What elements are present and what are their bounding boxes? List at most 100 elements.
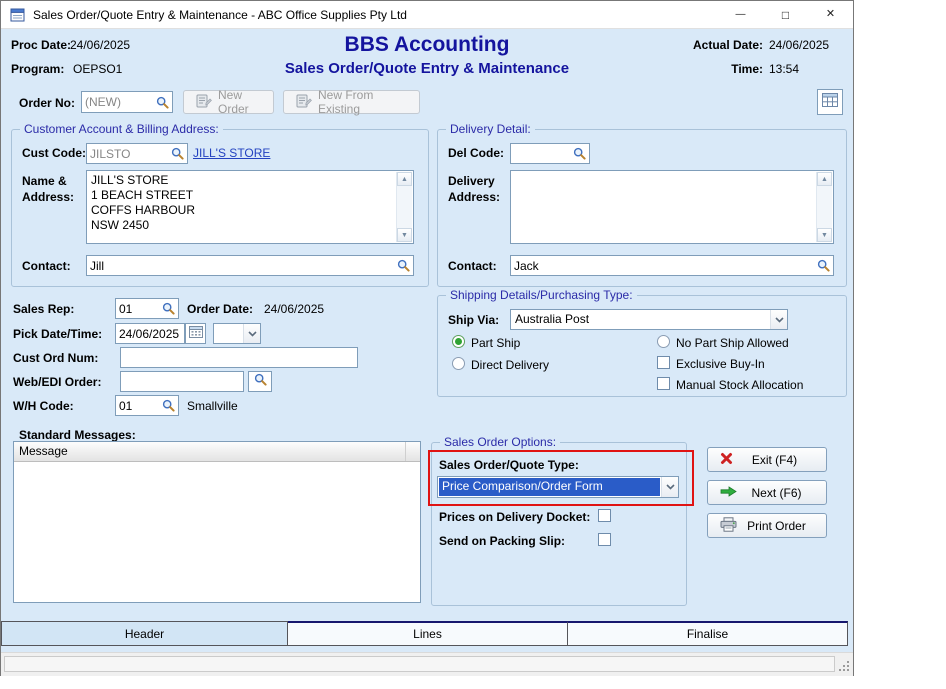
delivery-contact-input[interactable] xyxy=(511,259,814,273)
delivery-address-textarea[interactable]: ▲ ▼ xyxy=(510,170,834,244)
manual-stock-allocation-checkbox[interactable] xyxy=(657,377,670,390)
scroll-up-icon[interactable]: ▲ xyxy=(397,172,412,186)
print-order-button[interactable]: Print Order xyxy=(707,513,827,538)
wh-code-field[interactable] xyxy=(115,395,179,416)
wh-code-input[interactable] xyxy=(116,399,159,413)
billing-contact-input[interactable] xyxy=(87,259,394,273)
billing-contact-field[interactable] xyxy=(86,255,414,276)
wh-name-value: Smallville xyxy=(187,399,238,413)
header-stub xyxy=(406,442,420,461)
maximize-icon: □ xyxy=(782,9,789,21)
shipping-groupbox: Shipping Details/Purchasing Type: Ship V… xyxy=(437,295,847,397)
delivery-address-scrollbar[interactable]: ▲ ▼ xyxy=(816,172,832,242)
pick-time-combo[interactable] xyxy=(213,323,261,344)
ship-via-combo[interactable]: Australia Post xyxy=(510,309,788,330)
wh-code-search-icon[interactable] xyxy=(159,396,178,415)
delivery-address-label-2: Address: xyxy=(448,190,500,204)
order-type-value: Price Comparison/Order Form xyxy=(439,478,660,496)
pick-date-calendar-button[interactable] xyxy=(185,323,206,344)
shipping-group-title: Shipping Details/Purchasing Type: xyxy=(446,288,637,302)
chevron-down-icon[interactable] xyxy=(661,477,678,497)
direct-delivery-radio[interactable] xyxy=(452,357,465,370)
web-edi-label: Web/EDI Order: xyxy=(13,375,101,389)
message-list-body[interactable] xyxy=(14,462,420,602)
order-no-input[interactable] xyxy=(82,95,153,109)
name-address-scrollbar[interactable]: ▲ ▼ xyxy=(396,172,412,242)
part-ship-radio[interactable] xyxy=(452,335,465,348)
order-grid-button[interactable] xyxy=(817,89,843,115)
no-part-ship-radio[interactable] xyxy=(657,335,670,348)
del-code-search-icon[interactable] xyxy=(570,144,589,163)
direct-delivery-label: Direct Delivery xyxy=(471,358,549,372)
customer-name-link[interactable]: JILL'S STORE xyxy=(193,146,270,160)
manual-stock-allocation-label: Manual Stock Allocation xyxy=(676,378,803,392)
standard-messages-list[interactable]: Message xyxy=(13,441,421,603)
chevron-down-icon[interactable] xyxy=(770,310,787,329)
delivery-contact-field[interactable] xyxy=(510,255,834,276)
web-edi-input[interactable] xyxy=(121,375,243,389)
order-no-label: Order No: xyxy=(19,96,75,110)
tab-finalise[interactable]: Finalise xyxy=(568,621,848,646)
tab-header[interactable]: Header xyxy=(1,621,288,646)
exit-button[interactable]: Exit (F4) xyxy=(707,447,827,472)
calendar-icon xyxy=(189,325,203,343)
tab-lines-label: Lines xyxy=(413,627,442,641)
scroll-down-icon[interactable]: ▼ xyxy=(397,228,412,242)
actual-date-value: 24/06/2025 xyxy=(769,38,829,52)
cust-code-field[interactable] xyxy=(86,143,188,164)
exclusive-buy-in-checkbox[interactable] xyxy=(657,356,670,369)
order-no-search-icon[interactable] xyxy=(153,92,172,112)
ship-via-label: Ship Via: xyxy=(448,313,499,327)
del-code-field[interactable] xyxy=(510,143,590,164)
desktop: Sales Order/Quote Entry & Maintenance - … xyxy=(0,0,946,689)
grid-icon xyxy=(822,93,838,112)
cust-code-search-icon[interactable] xyxy=(168,144,187,163)
minimize-button[interactable]: — xyxy=(718,1,763,28)
prices-on-delivery-docket-checkbox[interactable] xyxy=(598,509,611,522)
tab-header-label: Header xyxy=(125,627,164,641)
web-edi-search-button[interactable] xyxy=(248,371,272,392)
next-button[interactable]: Next (F6) xyxy=(707,480,827,505)
actual-date-label: Actual Date: xyxy=(685,38,763,52)
sales-order-options-title: Sales Order Options: xyxy=(440,435,560,449)
name-address-label-1: Name & xyxy=(22,174,67,188)
status-bar xyxy=(1,652,853,676)
bottom-tabbar: Header Lines Finalise xyxy=(1,621,848,646)
resize-grip[interactable] xyxy=(837,659,850,672)
sales-rep-field[interactable] xyxy=(115,298,179,319)
next-label: Next (F6) xyxy=(737,486,826,500)
name-address-text: JILL'S STORE 1 BEACH STREET COFFS HARBOU… xyxy=(91,173,393,241)
status-panel xyxy=(4,656,835,672)
cust-ord-num-input[interactable] xyxy=(121,351,357,365)
order-no-field[interactable] xyxy=(81,91,173,113)
web-edi-field[interactable] xyxy=(120,371,244,392)
delivery-contact-search-icon[interactable] xyxy=(814,256,833,275)
send-on-packing-slip-label: Send on Packing Slip: xyxy=(439,534,565,548)
maximize-button[interactable]: □ xyxy=(763,1,808,28)
pick-date-input[interactable] xyxy=(116,327,184,341)
cust-ord-num-field[interactable] xyxy=(120,347,358,368)
send-on-packing-slip-checkbox[interactable] xyxy=(598,533,611,546)
sales-rep-search-icon[interactable] xyxy=(159,299,178,318)
sales-rep-input[interactable] xyxy=(116,302,159,316)
close-button[interactable]: ✕ xyxy=(808,1,853,28)
delivery-groupbox: Delivery Detail: Del Code: Delivery Addr… xyxy=(437,129,847,287)
pick-date-field[interactable] xyxy=(115,323,185,344)
cust-code-input[interactable] xyxy=(87,147,168,161)
new-order-button[interactable]: New Order xyxy=(183,90,274,114)
message-header-label: Message xyxy=(14,442,406,461)
order-type-combo[interactable]: Price Comparison/Order Form xyxy=(437,476,679,498)
tab-finalise-label: Finalise xyxy=(687,627,728,641)
name-address-textarea[interactable]: JILL'S STORE 1 BEACH STREET COFFS HARBOU… xyxy=(86,170,414,244)
scroll-down-icon[interactable]: ▼ xyxy=(817,228,832,242)
window-title: Sales Order/Quote Entry & Maintenance - … xyxy=(33,8,407,22)
del-code-input[interactable] xyxy=(511,147,570,161)
new-from-existing-button[interactable]: New From Existing xyxy=(283,90,420,114)
time-label: Time: xyxy=(685,62,763,76)
billing-contact-search-icon[interactable] xyxy=(394,256,413,275)
exit-label: Exit (F4) xyxy=(733,453,826,467)
chevron-down-icon[interactable] xyxy=(243,324,260,343)
tab-lines[interactable]: Lines xyxy=(288,621,568,646)
window-controls: — □ ✕ xyxy=(718,1,853,28)
scroll-up-icon[interactable]: ▲ xyxy=(817,172,832,186)
